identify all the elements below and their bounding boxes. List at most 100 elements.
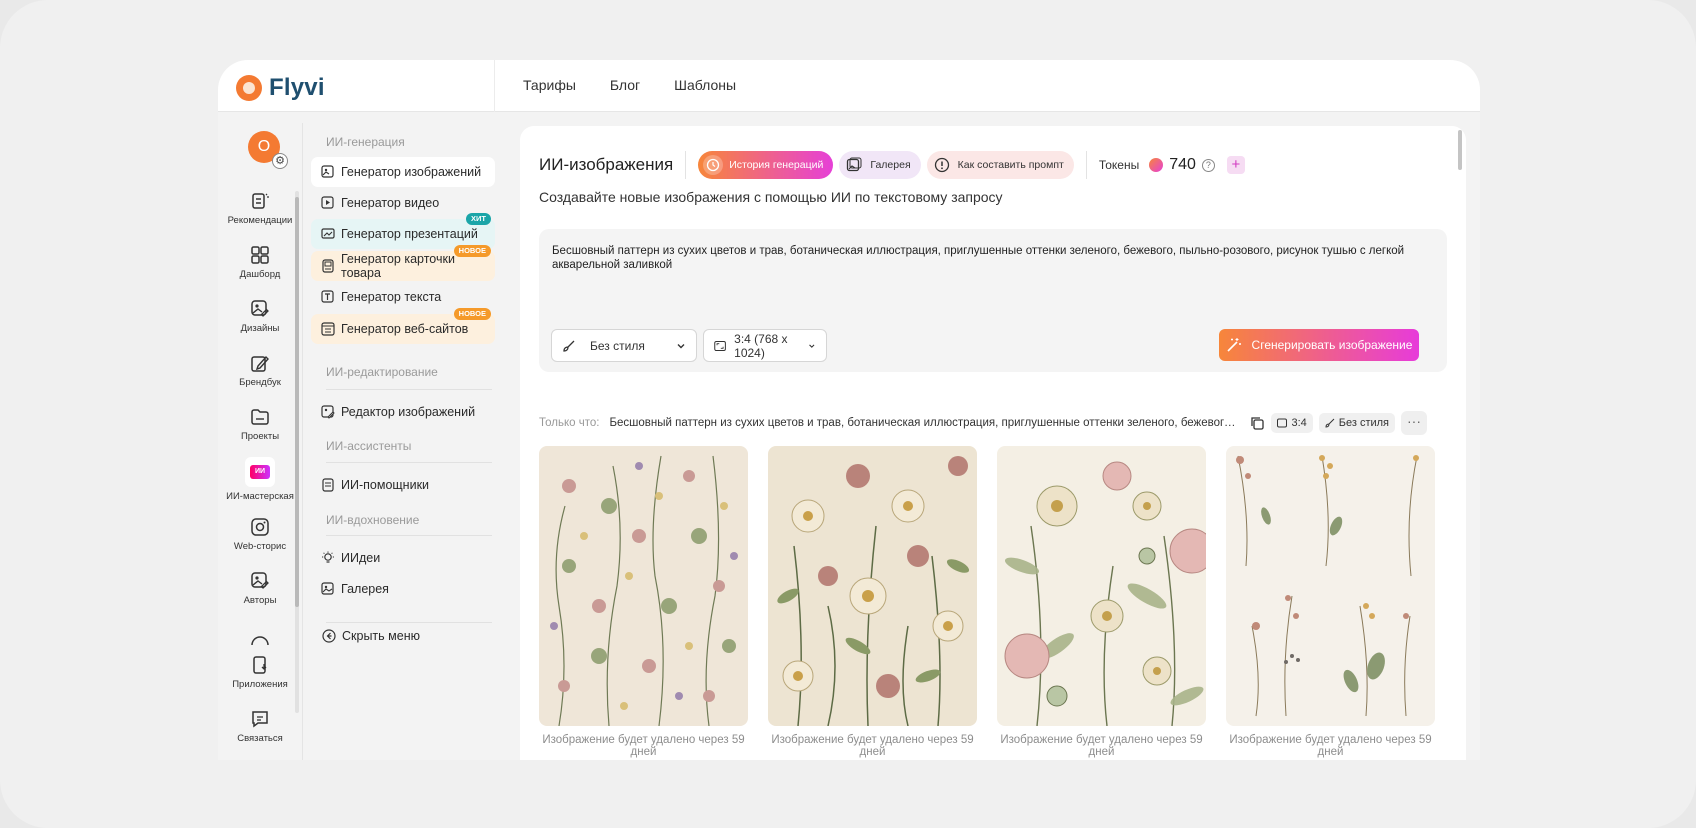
more-options-button[interactable]: ··· [1401, 411, 1428, 435]
rail-item-recommendations[interactable]: Рекомендации [218, 191, 302, 226]
rail-label: ИИ-мастерская [226, 491, 294, 502]
image-expiry-caption: Изображение будет удалено через 59 дней [1229, 734, 1432, 758]
style-value: Без стиля [590, 338, 645, 353]
rail-scrollbar[interactable] [295, 191, 299, 713]
main-panel: ИИ-изображения История генераций Галерея… [520, 126, 1466, 760]
new-badge: НОВОЕ [453, 308, 491, 320]
hit-badge: ХИТ [466, 213, 491, 225]
prompt-guide-button[interactable]: Как составить промпт [926, 151, 1074, 179]
info-icon [932, 155, 952, 175]
rail-label: Связаться [237, 733, 283, 744]
menu-item-website-generator[interactable]: Генератор веб-сайтов НОВОЕ [311, 308, 495, 344]
logo[interactable]: Flyvi [236, 74, 325, 102]
video-icon [321, 196, 334, 209]
rail-item-contact[interactable]: Связаться [218, 709, 302, 744]
menu-item-product-card-generator[interactable]: Генератор карточки товара НОВОЕ [311, 245, 495, 281]
menu-item-label: Генератор веб-сайтов [341, 322, 469, 336]
image-expiry-caption: Изображение будет удалено через 59 дней [1000, 734, 1203, 758]
menu-item-gallery[interactable]: Галерея [311, 574, 495, 604]
menu-item-label: Генератор видео [341, 196, 440, 210]
just-now-label: Только что: [539, 417, 600, 429]
logo-text: Flyvi [269, 74, 325, 101]
brush-icon [1325, 418, 1335, 428]
topbar-divider [494, 60, 495, 112]
copy-icon[interactable] [1249, 415, 1265, 431]
menu-item-image-generator[interactable]: Генератор изображений [311, 157, 495, 187]
brandbook-icon [251, 355, 269, 372]
generate-image-button[interactable]: Сгенерировать изображение [1219, 329, 1419, 361]
folder-icon [251, 409, 269, 425]
rail-label: Дашборд [239, 269, 281, 280]
generated-image-card[interactable]: Изображение будет удалено через 59 дней [768, 446, 977, 758]
tokens-value: 740 [1169, 156, 1196, 173]
rail-label: Приложения [232, 679, 288, 690]
rail-label: Дизайны [240, 323, 280, 334]
ai-badge: ИИ [250, 465, 270, 479]
chevron-down-icon [677, 343, 685, 348]
logo-mark-icon [236, 75, 262, 101]
rail-item-projects[interactable]: Проекты [218, 407, 302, 442]
prompt-textarea[interactable]: Бесшовный паттерн из сухих цветов и трав… [552, 244, 1412, 272]
rail-item-dashboard[interactable]: Дашборд [218, 245, 302, 280]
menu-item-label: Генератор презентаций [341, 227, 478, 241]
tokens-label: Токены [1098, 158, 1140, 172]
prompt-guide-label: Как составить промпт [957, 159, 1064, 171]
nav-blog-link[interactable]: Блог [610, 77, 640, 93]
history-button[interactable]: История генераций [698, 151, 834, 179]
rail-label: Web-сторис [233, 541, 287, 552]
menu-item-image-editor[interactable]: Редактор изображений [311, 397, 495, 427]
menu-section-ai-editing: ИИ-редактирование [326, 365, 438, 379]
top-bar: Flyvi Тарифы Блог Шаблоны [218, 60, 1480, 112]
main-scrollbar[interactable] [1458, 130, 1462, 170]
generated-image[interactable] [539, 446, 748, 726]
menu-item-ai-assistants[interactable]: ИИ-помощники [311, 470, 495, 500]
menu-divider [326, 389, 492, 390]
magic-wand-icon [1226, 338, 1241, 352]
ai-workshop-icon: ИИ [245, 457, 275, 487]
prompt-box: Бесшовный паттерн из сухих цветов и трав… [539, 229, 1447, 372]
image-icon [321, 165, 334, 178]
contact-icon [252, 711, 268, 728]
rail-item-ai-workshop[interactable]: ИИ ИИ-мастерская [218, 457, 302, 502]
menu-item-label: Редактор изображений [341, 405, 476, 419]
latest-prompt-text: Бесшовный паттерн из сухих цветов и трав… [609, 417, 1240, 429]
menu-item-label: Галерея [341, 582, 389, 596]
generated-image[interactable] [997, 446, 1206, 726]
apps-icon [253, 656, 267, 674]
avatar-settings-icon[interactable]: ⚙ [272, 153, 288, 169]
rail-item-brandbook[interactable]: Брендбук [218, 353, 302, 388]
rail-divider [302, 123, 303, 760]
gallery-icon [321, 582, 334, 595]
gallery-button[interactable]: Галерея [839, 151, 921, 179]
generated-image-card[interactable]: Изображение будет удалено через 59 дней [1226, 446, 1435, 758]
arrow-left-circle-icon [322, 629, 336, 643]
lightbulb-icon [322, 551, 334, 563]
generated-image-card[interactable]: Изображение будет удалено через 59 дней [539, 446, 748, 758]
side-menu: ИИ-генерация Генератор изображений Генер… [310, 113, 498, 713]
generated-image[interactable] [768, 446, 977, 726]
help-icon[interactable]: ? [1201, 158, 1215, 172]
gallery-label: Галерея [870, 159, 911, 171]
rail-item-designs[interactable]: Дизайны [218, 299, 302, 334]
style-select[interactable]: Без стиля [551, 329, 697, 362]
header-divider [685, 151, 687, 179]
rail-item-authors[interactable]: Авторы [218, 571, 302, 606]
hide-menu-button[interactable]: Скрыть меню [322, 629, 420, 643]
header-divider [1085, 151, 1087, 179]
website-icon [321, 322, 335, 336]
add-tokens-button[interactable]: + [1226, 156, 1245, 174]
rail-item-apps[interactable]: Приложения [218, 655, 302, 690]
presentation-icon [321, 228, 335, 239]
ratio-select[interactable]: 3:4 (768 x 1024) [703, 329, 827, 362]
generated-image[interactable] [1226, 446, 1435, 726]
nav-templates-link[interactable]: Шаблоны [674, 77, 736, 93]
menu-item-label: Генератор изображений [341, 165, 482, 179]
nav-pricing-link[interactable]: Тарифы [523, 77, 576, 93]
image-expiry-caption: Изображение будет удалено через 59 дней [771, 734, 974, 758]
generated-image-card[interactable]: Изображение будет удалено через 59 дней [997, 446, 1206, 758]
rail-item-web-stories[interactable]: Web-сторис [218, 517, 302, 552]
new-badge: НОВОЕ [453, 245, 491, 257]
aspect-ratio-icon [714, 340, 726, 351]
style-chip-label: Без стиля [1338, 417, 1390, 429]
menu-item-ideas[interactable]: ИИдеи [311, 543, 495, 573]
